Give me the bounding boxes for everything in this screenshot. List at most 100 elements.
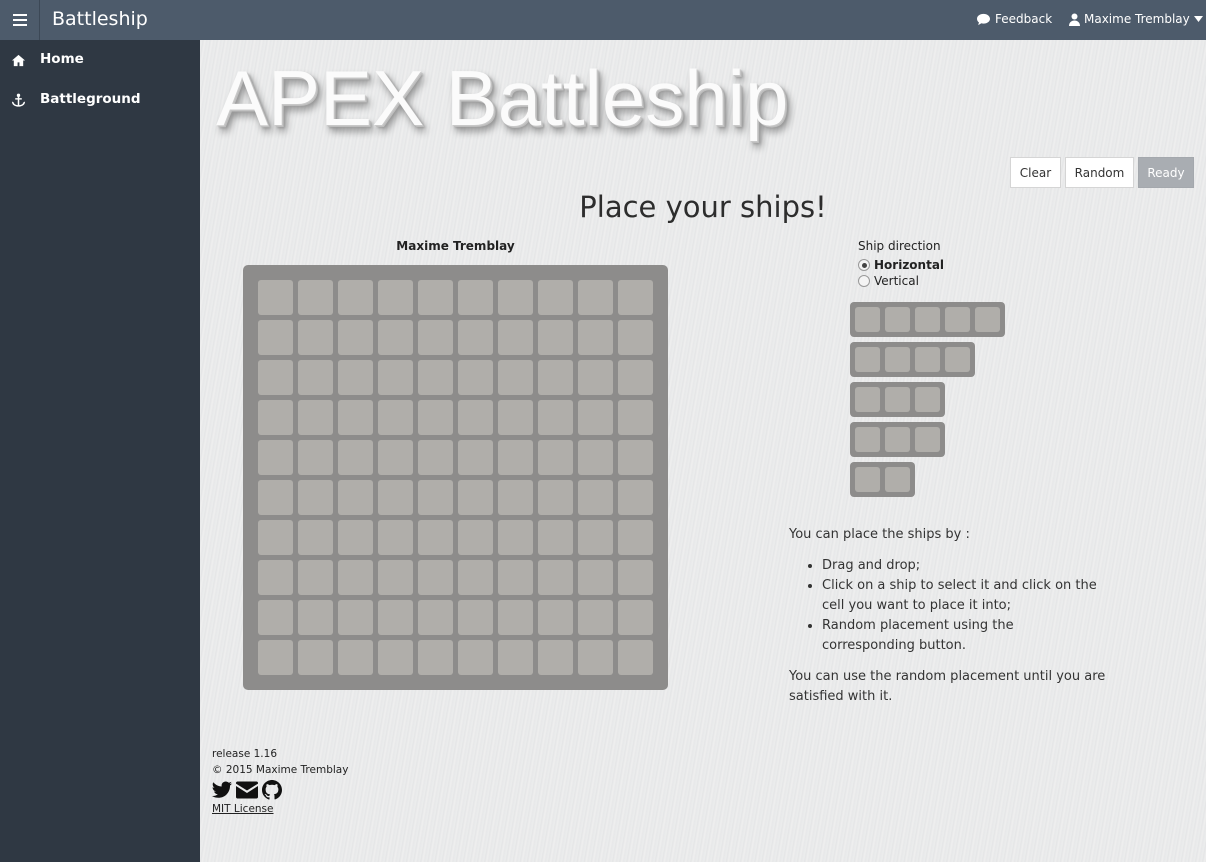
board-cell[interactable] [578, 600, 613, 635]
board-cell[interactable] [578, 520, 613, 555]
board-cell[interactable] [258, 520, 293, 555]
board-cell[interactable] [298, 480, 333, 515]
board-cell[interactable] [618, 520, 653, 555]
board-cell[interactable] [498, 560, 533, 595]
board-cell[interactable] [458, 480, 493, 515]
board-cell[interactable] [538, 560, 573, 595]
twitter-icon[interactable] [212, 781, 232, 799]
board-cell[interactable] [258, 440, 293, 475]
board-cell[interactable] [378, 480, 413, 515]
direction-option-horizontal[interactable]: Horizontal [858, 257, 944, 273]
placement-board[interactable] [243, 265, 668, 690]
board-cell[interactable] [418, 440, 453, 475]
sidebar-item-battleground[interactable]: Battleground [0, 80, 200, 120]
board-cell[interactable] [418, 280, 453, 315]
board-cell[interactable] [538, 280, 573, 315]
board-cell[interactable] [298, 280, 333, 315]
ship-3[interactable] [850, 382, 945, 417]
feedback-link[interactable]: Feedback [976, 12, 1052, 26]
board-cell[interactable] [298, 440, 333, 475]
board-cell[interactable] [618, 640, 653, 675]
board-cell[interactable] [378, 600, 413, 635]
board-cell[interactable] [538, 640, 573, 675]
board-cell[interactable] [578, 360, 613, 395]
ready-button[interactable]: Ready [1138, 157, 1194, 188]
direction-option-vertical[interactable]: Vertical [858, 273, 919, 289]
board-cell[interactable] [418, 640, 453, 675]
board-cell[interactable] [378, 640, 413, 675]
board-cell[interactable] [258, 640, 293, 675]
envelope-icon[interactable] [236, 781, 258, 799]
board-cell[interactable] [578, 400, 613, 435]
board-cell[interactable] [618, 360, 653, 395]
board-cell[interactable] [458, 640, 493, 675]
board-cell[interactable] [498, 480, 533, 515]
ship-4[interactable] [850, 342, 975, 377]
board-cell[interactable] [378, 280, 413, 315]
board-cell[interactable] [378, 360, 413, 395]
board-cell[interactable] [538, 600, 573, 635]
board-cell[interactable] [378, 440, 413, 475]
board-cell[interactable] [538, 440, 573, 475]
board-cell[interactable] [418, 360, 453, 395]
board-cell[interactable] [498, 400, 533, 435]
board-cell[interactable] [298, 520, 333, 555]
board-cell[interactable] [338, 520, 373, 555]
board-cell[interactable] [458, 320, 493, 355]
board-cell[interactable] [298, 320, 333, 355]
board-cell[interactable] [538, 320, 573, 355]
board-cell[interactable] [578, 440, 613, 475]
board-cell[interactable] [618, 560, 653, 595]
board-cell[interactable] [458, 280, 493, 315]
board-cell[interactable] [498, 280, 533, 315]
board-cell[interactable] [418, 600, 453, 635]
board-cell[interactable] [498, 320, 533, 355]
board-cell[interactable] [618, 600, 653, 635]
license-link[interactable]: MIT License [212, 801, 348, 817]
board-cell[interactable] [378, 320, 413, 355]
board-cell[interactable] [538, 400, 573, 435]
board-cell[interactable] [338, 600, 373, 635]
board-cell[interactable] [298, 400, 333, 435]
board-cell[interactable] [618, 440, 653, 475]
board-cell[interactable] [498, 360, 533, 395]
ship-5[interactable] [850, 302, 1005, 337]
radio-horizontal[interactable] [858, 259, 870, 271]
board-cell[interactable] [578, 280, 613, 315]
board-cell[interactable] [258, 280, 293, 315]
board-cell[interactable] [258, 320, 293, 355]
board-cell[interactable] [298, 600, 333, 635]
board-cell[interactable] [498, 640, 533, 675]
board-cell[interactable] [578, 640, 613, 675]
board-cell[interactable] [338, 320, 373, 355]
board-cell[interactable] [578, 480, 613, 515]
board-cell[interactable] [378, 520, 413, 555]
board-cell[interactable] [338, 560, 373, 595]
board-cell[interactable] [618, 480, 653, 515]
board-cell[interactable] [618, 280, 653, 315]
board-cell[interactable] [498, 520, 533, 555]
board-cell[interactable] [298, 640, 333, 675]
board-cell[interactable] [538, 520, 573, 555]
board-cell[interactable] [538, 480, 573, 515]
board-cell[interactable] [538, 360, 573, 395]
board-cell[interactable] [458, 400, 493, 435]
board-cell[interactable] [618, 400, 653, 435]
board-cell[interactable] [458, 560, 493, 595]
ship-2[interactable] [850, 462, 915, 497]
menu-toggle-button[interactable] [0, 0, 40, 40]
board-cell[interactable] [458, 360, 493, 395]
board-cell[interactable] [258, 560, 293, 595]
github-icon[interactable] [262, 780, 282, 800]
board-cell[interactable] [258, 400, 293, 435]
board-cell[interactable] [378, 560, 413, 595]
board-cell[interactable] [618, 320, 653, 355]
board-cell[interactable] [458, 440, 493, 475]
board-cell[interactable] [298, 560, 333, 595]
board-cell[interactable] [578, 320, 613, 355]
board-cell[interactable] [498, 600, 533, 635]
board-cell[interactable] [578, 560, 613, 595]
ship-3[interactable] [850, 422, 945, 457]
board-cell[interactable] [458, 520, 493, 555]
board-cell[interactable] [258, 600, 293, 635]
